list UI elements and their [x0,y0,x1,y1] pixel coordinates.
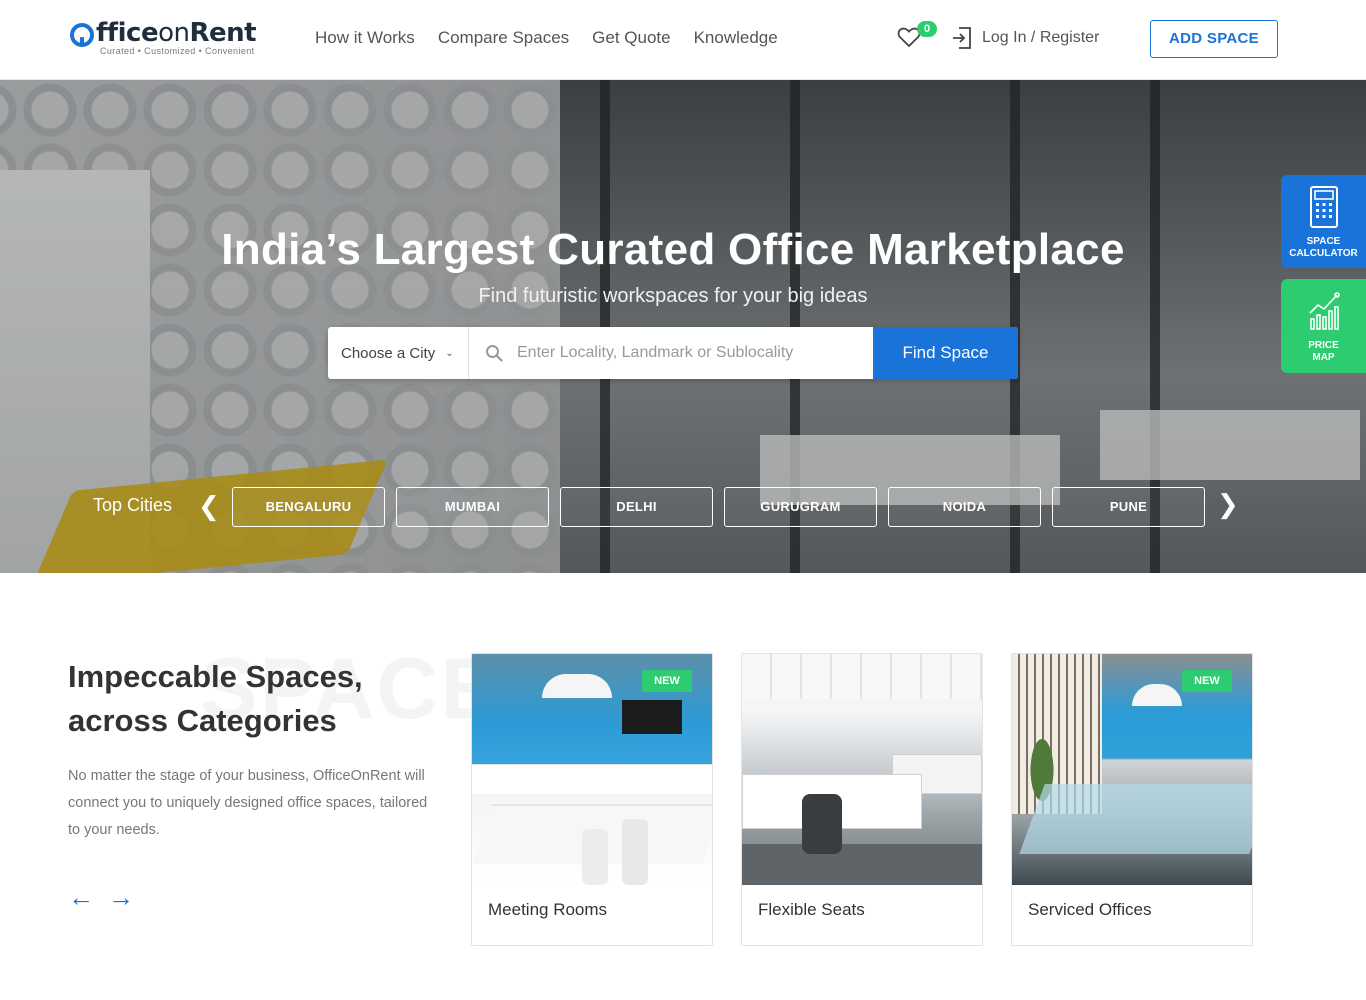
find-space-button[interactable]: Find Space [873,327,1018,379]
category-card-serviced-offices[interactable]: NEW Serviced Offices [1011,653,1253,946]
arrow-right-icon[interactable]: → [108,884,134,910]
add-space-button[interactable]: ADD SPACE [1150,20,1278,58]
new-badge: NEW [642,670,692,692]
chevron-down-icon: ⌄ [445,347,454,359]
locality-search-input[interactable] [517,344,847,362]
city-button-bengaluru[interactable]: BENGALURU [232,487,385,527]
search-bar: Choose a City ⌄ Find Space [328,327,1018,379]
nav-how-it-works[interactable]: How it Works [315,28,415,48]
hero-title: India’s Largest Curated Office Marketpla… [221,225,1125,274]
top-cities-list: BENGALURU MUMBAI DELHI GURUGRAM NOIDA PU… [232,487,1205,527]
wishlist-count-badge: 0 [917,21,937,37]
login-register-link[interactable]: Log In / Register [952,26,1099,50]
logo-mark-icon [70,23,94,47]
price-map-widget[interactable]: PRICE MAP [1281,279,1366,373]
main-nav: How it Works Compare Spaces Get Quote Kn… [315,28,778,48]
locality-search [469,327,873,379]
city-button-mumbai[interactable]: MUMBAI [396,487,549,527]
top-cities-label: Top Cities [93,495,173,515]
categories-description: No matter the stage of your business, Of… [68,768,428,838]
officeonrent-logo[interactable]: fficeonRent Curated • Customized • Conve… [70,18,270,62]
wishlist-button[interactable]: 0 [897,21,937,50]
nav-get-quote[interactable]: Get Quote [592,28,670,48]
login-icon [953,27,971,49]
city-button-pune[interactable]: PUNE [1052,487,1205,527]
price-map-label: PRICE MAP [1308,340,1339,363]
calculator-icon [1309,186,1338,228]
categories-title: Impeccable Spaces, across Categories [68,659,363,738]
city-button-gurugram[interactable]: GURUGRAM [724,487,877,527]
logo-tagline: Curated • Customized • Convenient [100,46,255,56]
category-card-title: Serviced Offices [1028,900,1152,919]
logo-wordmark: fficeonRent [96,18,257,48]
arrow-left-icon[interactable]: ← [68,884,94,910]
city-select-label: Choose a City [341,344,436,362]
category-card-meeting-rooms[interactable]: NEW Meeting Rooms [471,653,713,946]
category-card-title: Meeting Rooms [488,900,608,919]
new-badge: NEW [1182,670,1232,692]
hero-subtitle: Find futuristic workspaces for your big … [478,285,868,307]
hero-banner: India’s Largest Curated Office Marketpla… [0,80,1366,573]
flexible-seats-image [742,654,982,885]
search-icon [486,345,503,362]
nav-knowledge[interactable]: Knowledge [694,28,778,48]
city-select[interactable]: Choose a City ⌄ [328,327,469,379]
chevron-right-icon[interactable]: ❯ [1217,491,1239,517]
price-chart-icon [1308,292,1340,330]
category-card-flexible-seats[interactable]: Flexible Seats [741,653,983,946]
login-register-label: Log In / Register [982,29,1100,46]
site-header: fficeonRent Curated • Customized • Conve… [0,0,1366,80]
space-calculator-widget[interactable]: SPACE CALCULATOR [1281,175,1366,268]
city-button-noida[interactable]: NOIDA [888,487,1041,527]
nav-compare-spaces[interactable]: Compare Spaces [438,28,569,48]
city-button-delhi[interactable]: DELHI [560,487,713,527]
category-card-title: Flexible Seats [758,900,865,919]
space-calculator-label: SPACE CALCULATOR [1289,236,1358,259]
chevron-left-icon[interactable]: ❮ [198,493,220,519]
category-cards: NEW Meeting Rooms Flexible Seats NEW Ser… [471,653,1253,946]
